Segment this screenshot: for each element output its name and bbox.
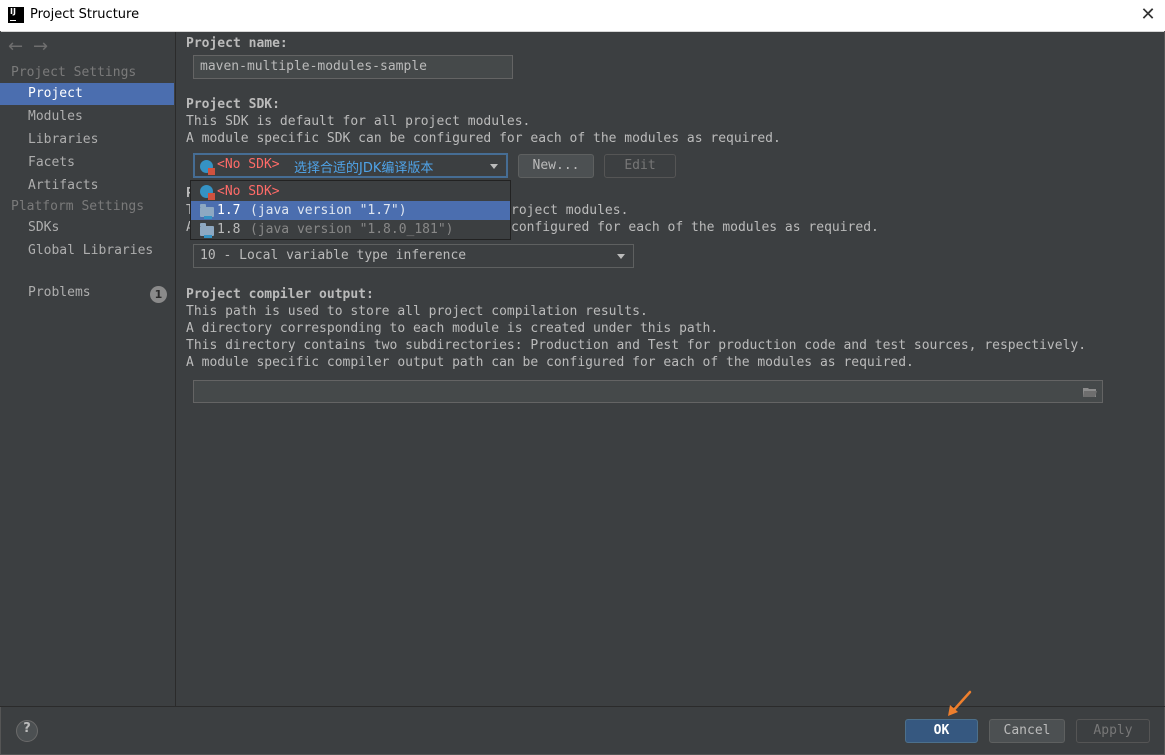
- apply-button[interactable]: Apply: [1076, 719, 1150, 743]
- sdk-dropdown-list: <No SDK> 1.7 (java version "1.7") 1.8 (j…: [190, 180, 511, 240]
- cancel-button[interactable]: Cancel: [989, 719, 1065, 743]
- project-sdk-label: Project SDK:: [186, 97, 280, 112]
- sdk-option-name: 1.8: [217, 222, 241, 237]
- language-level-value: 10 - Local variable type inference: [200, 248, 467, 263]
- sdk-option-1-7[interactable]: 1.7 (java version "1.7"): [191, 201, 510, 220]
- compiler-output-desc-3: This directory contains two subdirectori…: [186, 338, 1087, 353]
- sdk-option-no-sdk[interactable]: <No SDK>: [191, 182, 510, 201]
- ok-button[interactable]: OK: [905, 719, 978, 743]
- sdk-option-1-8[interactable]: 1.8 (java version "1.8.0_181"): [191, 220, 510, 239]
- back-arrow-icon[interactable]: ←: [8, 36, 23, 57]
- sidebar-item-artifacts[interactable]: Artifacts: [0, 175, 174, 197]
- help-button[interactable]: ?: [16, 720, 38, 742]
- jdk-folder-icon: [200, 204, 214, 219]
- sidebar-item-global-libraries[interactable]: Global Libraries: [0, 240, 174, 262]
- language-level-desc-2-tail: configured for each of the modules as re…: [511, 220, 879, 235]
- forward-arrow-icon[interactable]: →: [33, 36, 48, 57]
- jdk-folder-icon: [200, 223, 214, 238]
- sdk-option-name: 1.7: [217, 203, 241, 218]
- annotation-arrow-icon: [940, 688, 976, 720]
- sidebar-item-modules[interactable]: Modules: [0, 106, 174, 128]
- compiler-output-desc-2: A directory corresponding to each module…: [186, 321, 719, 336]
- compiler-output-label: Project compiler output:: [186, 287, 374, 302]
- language-level-desc-1-tail: roject modules.: [511, 203, 629, 218]
- sidebar-item-problems[interactable]: Problems: [0, 282, 174, 304]
- project-sdk-combobox[interactable]: <No SDK> 选择合适的JDK编译版本: [193, 153, 508, 178]
- sidebar-item-libraries[interactable]: Libraries: [0, 129, 174, 151]
- project-name-field[interactable]: maven-multiple-modules-sample: [193, 55, 513, 79]
- sidebar: ← → Project Settings Project Modules Lib…: [0, 32, 176, 706]
- window-title: Project Structure: [30, 7, 140, 22]
- project-sdk-description-1: This SDK is default for all project modu…: [186, 114, 531, 129]
- compiler-output-desc-1: This path is used to store all project c…: [186, 304, 648, 319]
- sdk-unknown-icon: [200, 185, 215, 200]
- section-platform-settings: Platform Settings: [11, 199, 145, 214]
- section-project-settings: Project Settings: [11, 65, 137, 80]
- sidebar-item-project[interactable]: Project: [0, 83, 174, 105]
- compiler-output-path-field[interactable]: [193, 380, 1103, 403]
- sidebar-item-facets[interactable]: Facets: [0, 152, 174, 174]
- intellij-logo-icon: IJ: [8, 7, 24, 23]
- sidebar-item-sdks[interactable]: SDKs: [0, 217, 174, 239]
- project-name-label: Project name:: [186, 36, 288, 51]
- sdk-selected-value: <No SDK>: [217, 157, 280, 172]
- chevron-down-icon[interactable]: [617, 254, 625, 259]
- language-level-combobox[interactable]: 10 - Local variable type inference: [193, 244, 634, 268]
- sdk-unknown-icon: [200, 160, 215, 175]
- footer-separator: [0, 706, 1165, 707]
- compiler-output-desc-4: A module specific compiler output path c…: [186, 355, 914, 370]
- problems-count-badge: 1: [150, 286, 167, 303]
- edit-sdk-button[interactable]: Edit: [604, 154, 676, 178]
- close-button[interactable]: ✕: [1136, 3, 1160, 27]
- sdk-annotation-text: 选择合适的JDK编译版本: [294, 161, 434, 176]
- sdk-option-name: <No SDK>: [217, 184, 280, 199]
- title-bar: [0, 0, 1165, 32]
- chevron-down-icon[interactable]: [490, 164, 498, 169]
- sdk-option-detail: (java version "1.8.0_181"): [250, 222, 454, 237]
- new-sdk-button[interactable]: New...: [518, 154, 594, 178]
- sdk-option-detail: (java version "1.7"): [250, 203, 407, 218]
- browse-folder-icon[interactable]: [1083, 386, 1097, 397]
- project-sdk-description-2: A module specific SDK can be configured …: [186, 131, 781, 146]
